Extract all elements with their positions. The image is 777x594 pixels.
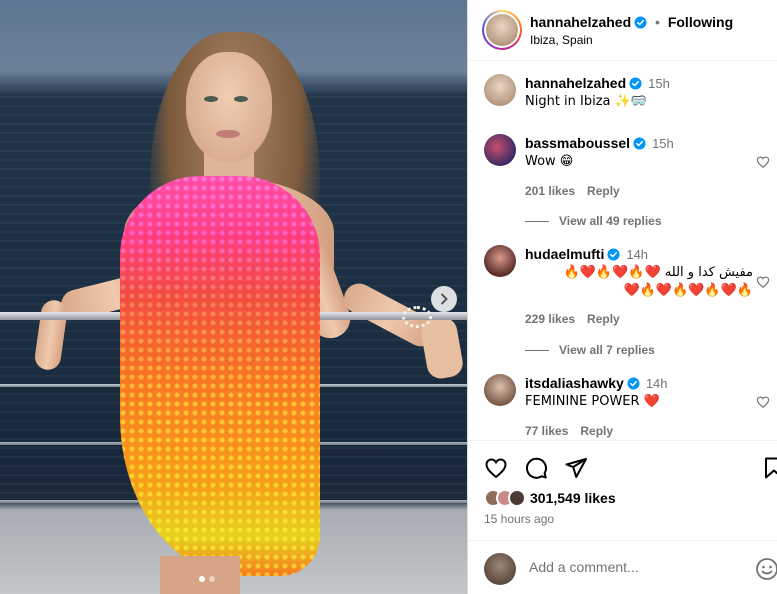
photo-subject-eye xyxy=(204,96,218,102)
verified-badge-icon xyxy=(633,137,646,150)
verified-badge-icon xyxy=(634,16,647,29)
comment-text: Wow 😁 xyxy=(525,154,574,169)
author-username[interactable]: hannahelzahed xyxy=(530,14,631,30)
smiley-icon[interactable] xyxy=(755,557,777,581)
author-line: hannahelzahed • Following xyxy=(530,14,733,30)
comment-bubble-icon[interactable] xyxy=(524,456,548,480)
header-separator: • xyxy=(655,14,660,30)
comment-input[interactable] xyxy=(529,559,729,575)
paper-plane-icon[interactable] xyxy=(564,456,588,480)
photo-subject-lips xyxy=(216,130,240,138)
following-button[interactable]: Following xyxy=(668,14,733,30)
heart-icon[interactable] xyxy=(756,275,770,289)
liker-avatar xyxy=(508,489,526,507)
comment-likes[interactable]: 201 likes xyxy=(525,184,575,198)
avatar[interactable] xyxy=(484,374,516,406)
comment-time[interactable]: 15h xyxy=(652,136,674,151)
avatar[interactable] xyxy=(484,245,516,277)
reply-button[interactable]: Reply xyxy=(587,312,620,326)
verified-badge-icon xyxy=(629,77,642,90)
verified-badge-icon xyxy=(627,377,640,390)
reply-button[interactable]: Reply xyxy=(587,184,620,198)
comment-username[interactable]: bassmaboussel xyxy=(525,135,630,151)
post-timestamp[interactable]: 15 hours ago xyxy=(484,512,554,526)
post-photo[interactable] xyxy=(0,0,467,594)
comment-username[interactable]: hudaelmufti xyxy=(525,246,604,262)
photo-subject-face xyxy=(186,52,272,162)
caption-time[interactable]: 15h xyxy=(648,76,670,91)
chevron-right-icon xyxy=(441,293,448,305)
author-avatar[interactable] xyxy=(482,10,522,50)
heart-icon[interactable] xyxy=(484,456,508,480)
caption-username[interactable]: hannahelzahed xyxy=(525,75,626,91)
comment-time[interactable]: 14h xyxy=(646,376,668,391)
heart-icon[interactable] xyxy=(756,155,770,169)
verified-badge-icon xyxy=(607,248,620,261)
reply-button[interactable]: Reply xyxy=(580,424,613,438)
post-location[interactable]: Ibiza, Spain xyxy=(530,33,593,47)
post-header: hannahelzahed • Following Ibiza, Spain xyxy=(468,0,777,61)
heart-icon[interactable] xyxy=(756,395,770,409)
caption-text: Night in Ibiza ✨🥽 xyxy=(525,94,648,109)
comment-likes[interactable]: 77 likes xyxy=(525,424,568,438)
current-user-avatar xyxy=(484,553,516,585)
likes-count[interactable]: 301,549 likes xyxy=(530,490,616,506)
comment-time[interactable]: 14h xyxy=(626,247,648,262)
comments-section: hannahelzahed 15h Night in Ibiza ✨🥽 bassm… xyxy=(468,62,777,440)
comment-likes[interactable]: 229 likes xyxy=(525,312,575,326)
bookmark-icon[interactable] xyxy=(762,456,777,480)
carousel-indicator xyxy=(199,576,215,582)
comment-username[interactable]: itsdaliashawky xyxy=(525,375,624,391)
add-comment-bar xyxy=(468,540,777,594)
photo-subject-leg xyxy=(160,556,240,594)
next-slide-button[interactable] xyxy=(431,286,457,312)
carousel-dot xyxy=(209,576,215,582)
comment-text-line2: 🔥❤️🔥❤️🔥❤️🔥❤️ xyxy=(623,283,754,298)
comment-text: FEMININE POWER ❤️ xyxy=(525,394,660,409)
view-replies-button[interactable]: View all 7 replies xyxy=(525,343,655,357)
avatar[interactable] xyxy=(484,74,516,106)
post-side-panel: hannahelzahed • Following Ibiza, Spain h… xyxy=(467,0,777,594)
post-actions: 301,549 likes 15 hours ago xyxy=(468,440,777,540)
comment-text: مفيش كدا و الله ❤️🔥❤️🔥❤️🔥 xyxy=(563,265,753,280)
sequin-dress xyxy=(120,176,320,576)
avatar[interactable] xyxy=(484,134,516,166)
carousel-dot-active xyxy=(199,576,205,582)
likes-row[interactable]: 301,549 likes xyxy=(484,489,616,507)
photo-subject-eye xyxy=(234,96,248,102)
view-replies-button[interactable]: View all 49 replies xyxy=(525,214,662,228)
bracelet xyxy=(402,306,432,328)
